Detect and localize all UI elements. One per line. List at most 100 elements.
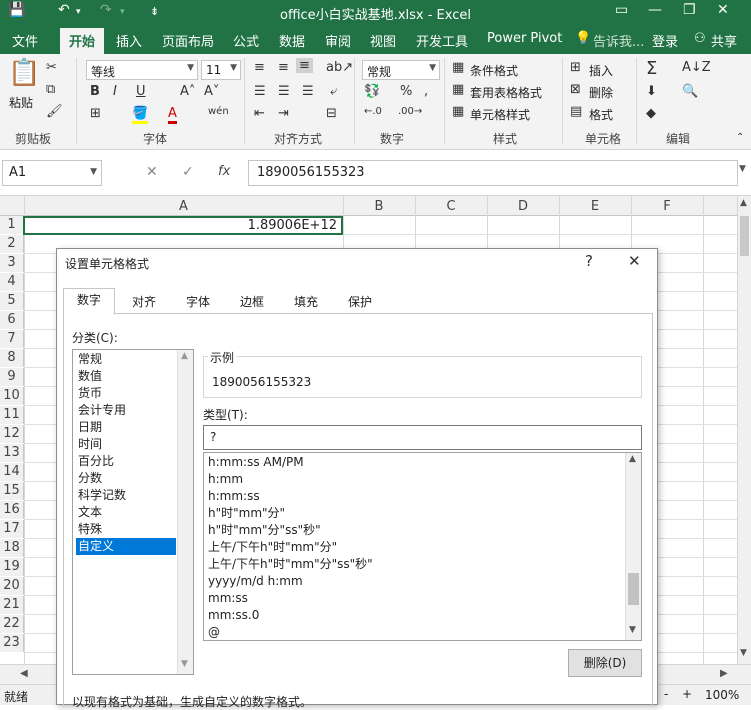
list-item[interactable]: 日期 (76, 419, 176, 436)
row-header[interactable]: 12 (0, 425, 24, 443)
column-header-e[interactable]: E (559, 199, 631, 214)
list-item[interactable]: 货币 (76, 385, 176, 402)
list-item[interactable]: 百分比 (76, 453, 176, 470)
ribbon-display-icon[interactable]: ▭ (615, 2, 628, 18)
list-item[interactable]: @ (208, 624, 220, 641)
row-header[interactable]: 19 (0, 558, 24, 576)
column-header-a[interactable]: A (24, 199, 343, 214)
format-painter-icon[interactable]: 🖌 (46, 104, 63, 119)
align-top-icon[interactable]: ≡ (254, 60, 265, 75)
cancel-icon[interactable]: ✕ (146, 164, 158, 180)
row-header[interactable]: 6 (0, 311, 24, 329)
tab-page-layout[interactable]: 页面布局 (162, 31, 214, 50)
row-header[interactable]: 13 (0, 444, 24, 462)
insert-cells-button[interactable]: 插入 (589, 62, 613, 79)
list-item[interactable]: yyyy/m/d h:mm (208, 573, 303, 590)
merge-center-icon[interactable]: ⊟ (326, 106, 337, 121)
list-item[interactable]: 文本 (76, 504, 176, 521)
column-header-b[interactable]: B (343, 199, 415, 214)
italic-button[interactable]: I (113, 84, 117, 99)
share-button[interactable]: 共享 (711, 31, 737, 50)
row-header[interactable]: 3 (0, 254, 24, 272)
list-item[interactable]: h"时"mm"分"ss"秒" (208, 522, 321, 539)
scroll-down-icon[interactable]: ▼ (629, 625, 636, 635)
tab-review[interactable]: 审阅 (325, 31, 351, 50)
row-header[interactable]: 2 (0, 235, 24, 253)
insert-cells-icon[interactable]: ⊞ (570, 60, 581, 75)
type-list-scrollbar[interactable]: ▲ ▼ (625, 453, 641, 640)
number-format-combo[interactable]: 常规 ▼ (362, 60, 440, 80)
cell-styles-icon[interactable]: ▦ (452, 104, 464, 119)
tab-developer[interactable]: 开发工具 (416, 31, 468, 50)
format-cells-icon[interactable]: ▤ (570, 104, 582, 119)
list-item[interactable]: mm:ss.0 (208, 607, 259, 624)
row-header[interactable]: 7 (0, 330, 24, 348)
tab-data[interactable]: 数据 (279, 31, 305, 50)
increase-decimal-icon[interactable]: ←.0 (364, 106, 382, 117)
decrease-font-icon[interactable]: A˅ (204, 84, 219, 99)
format-cells-button[interactable]: 格式 (589, 106, 613, 123)
delete-button[interactable]: 删除(D) (568, 649, 642, 677)
list-item[interactable]: 上午/下午h"时"mm"分" (208, 539, 337, 556)
sort-filter-icon[interactable]: A↓Z (682, 60, 711, 75)
insert-function-icon[interactable]: fx (218, 164, 230, 179)
tab-border[interactable]: 边框 (227, 291, 277, 314)
row-header[interactable]: 22 (0, 615, 24, 633)
list-item-selected[interactable]: 自定义 (76, 538, 176, 555)
list-item[interactable]: 数值 (76, 368, 176, 385)
fill-icon[interactable]: ⬇ (646, 84, 657, 99)
row-header[interactable]: 8 (0, 349, 24, 367)
conditional-format-icon[interactable]: ▦ (452, 60, 464, 75)
align-middle-icon[interactable]: ≡ (278, 60, 289, 75)
tab-view[interactable]: 视图 (370, 31, 396, 50)
collapse-ribbon-icon[interactable]: ⌃ (736, 132, 744, 143)
scroll-right-icon[interactable]: ▶ (720, 668, 728, 679)
row-header[interactable]: 4 (0, 273, 24, 291)
vertical-scrollbar[interactable]: ▲ ▼ (737, 196, 751, 666)
list-item[interactable]: 上午/下午h"时"mm"分"ss"秒" (208, 556, 373, 573)
wrap-text-icon[interactable]: ⤶ (330, 84, 337, 99)
list-item[interactable]: 时间 (76, 436, 176, 453)
cell-styles-button[interactable]: 单元格样式 (470, 106, 530, 123)
row-header[interactable]: 11 (0, 406, 24, 424)
list-item[interactable]: 科学记数 (76, 487, 176, 504)
percent-button[interactable]: % (400, 84, 412, 99)
tab-fill[interactable]: 填充 (281, 291, 331, 314)
autosum-icon[interactable]: Σ (646, 58, 657, 79)
formula-input[interactable]: 1890056155323 (248, 160, 738, 186)
tab-insert[interactable]: 插入 (116, 31, 142, 50)
font-size-combo[interactable]: 11 ▼ (201, 60, 241, 80)
row-header[interactable]: 18 (0, 539, 24, 557)
delete-cells-button[interactable]: 删除 (589, 84, 613, 101)
format-as-table-button[interactable]: 套用表格格式 (470, 84, 542, 101)
format-table-icon[interactable]: ▦ (452, 82, 464, 97)
row-header[interactable]: 23 (0, 634, 24, 652)
border-icon[interactable]: ⊞ (90, 106, 101, 121)
row-header[interactable]: 16 (0, 501, 24, 519)
enter-icon[interactable]: ✓ (182, 164, 194, 180)
align-right-icon[interactable]: ☰ (302, 84, 314, 99)
list-item[interactable]: h"时"mm"分" (208, 505, 285, 522)
conditional-format-button[interactable]: 条件格式 (470, 62, 518, 79)
cell-a1[interactable]: 1.89006E+12 (23, 216, 343, 235)
copy-icon[interactable]: ⧉ (46, 82, 55, 97)
decrease-indent-icon[interactable]: ⇤ (254, 106, 265, 121)
zoom-in-button[interactable]: + (682, 687, 692, 701)
zoom-out-button[interactable]: - (664, 687, 668, 701)
underline-button[interactable]: U (136, 84, 146, 99)
find-select-icon[interactable]: 🔍 (682, 84, 698, 99)
fill-color-icon[interactable]: 🪣 (132, 106, 149, 124)
tab-formulas[interactable]: 公式 (233, 31, 259, 50)
expand-formula-icon[interactable]: ▼ (739, 164, 746, 174)
column-header-c[interactable]: C (415, 199, 487, 214)
delete-cells-icon[interactable]: ⊠ (570, 82, 581, 97)
phonetic-icon[interactable]: wén (208, 106, 229, 117)
row-header[interactable]: 17 (0, 520, 24, 538)
align-center-icon[interactable]: ☰ (278, 84, 290, 99)
category-scrollbar[interactable]: ▲ ▼ (177, 350, 193, 674)
tab-alignment[interactable]: 对齐 (119, 291, 169, 314)
row-header[interactable]: 15 (0, 482, 24, 500)
currency-icon[interactable]: 💱 (364, 84, 380, 99)
name-box[interactable]: A1 ▼ (2, 160, 102, 186)
list-item[interactable]: mm:ss (208, 590, 248, 607)
